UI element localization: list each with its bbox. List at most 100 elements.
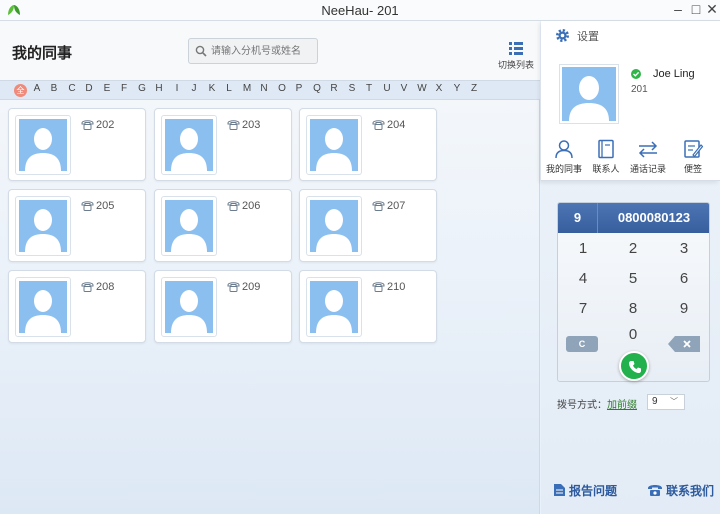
filter-letter-i[interactable]: I (171, 83, 183, 94)
filter-letter-j[interactable]: J (188, 83, 200, 94)
extension-label: 203 (227, 119, 260, 131)
phone-icon (372, 201, 385, 211)
filter-letter-k[interactable]: K (206, 83, 218, 94)
filter-letter-z[interactable]: Z (468, 83, 480, 94)
filter-letter-e[interactable]: E (101, 83, 113, 94)
backspace-button[interactable] (668, 336, 700, 352)
extension-label: 204 (372, 119, 405, 131)
extension-label: 205 (81, 200, 114, 212)
switch-view-button[interactable]: 切换列表 (496, 41, 536, 71)
minimize-button[interactable]: – (668, 0, 688, 20)
filter-letter-a[interactable]: A (31, 83, 43, 94)
user-avatar[interactable] (559, 64, 619, 124)
prefix-select[interactable]: 9 ﹀ (647, 394, 685, 410)
filter-letter-f[interactable]: F (118, 83, 130, 94)
filter-letter-u[interactable]: U (381, 83, 393, 94)
nav-my-colleagues[interactable]: 我的同事 (543, 139, 585, 175)
filter-letter-x[interactable]: X (433, 83, 445, 94)
extension-number: 202 (96, 119, 115, 131)
dial-key-9[interactable]: 9 (659, 295, 709, 323)
extension-label: 206 (227, 200, 260, 212)
nav-label: 我的同事 (545, 165, 582, 175)
nav-notes[interactable]: 便签 (672, 139, 714, 175)
prefix-select-value: 9 (652, 396, 658, 407)
list-view-icon (509, 42, 523, 55)
avatar (306, 277, 362, 337)
filter-letter-s[interactable]: S (346, 83, 358, 94)
dial-key-8[interactable]: 8 (608, 295, 658, 323)
chevron-down-icon: ﹀ (670, 397, 678, 406)
colleague-card[interactable]: 206 (154, 189, 292, 262)
settings-button[interactable]: 设置 (554, 27, 599, 44)
filter-letter-m[interactable]: M (241, 83, 253, 94)
phone-icon (227, 120, 240, 130)
colleague-card[interactable]: 204 (299, 108, 437, 181)
colleague-card[interactable]: 208 (8, 270, 146, 343)
colleague-card[interactable]: 207 (299, 189, 437, 262)
online-status-icon (631, 69, 641, 79)
filter-letter-d[interactable]: D (83, 83, 95, 94)
dial-key-6[interactable]: 6 (659, 265, 709, 293)
settings-label: 设置 (577, 31, 599, 43)
dial-key-5[interactable]: 5 (608, 265, 658, 293)
colleague-card[interactable]: 205 (8, 189, 146, 262)
report-issue-link[interactable]: 报告问题 (553, 482, 617, 499)
add-prefix-link[interactable]: 加前缀 (607, 400, 637, 411)
clear-button[interactable]: C (566, 336, 598, 352)
filter-letter-o[interactable]: O (276, 83, 288, 94)
dial-key-0[interactable]: 0 (608, 325, 658, 345)
colleague-card[interactable]: 209 (154, 270, 292, 343)
nav-label: 联系人 (592, 165, 620, 175)
colleague-card[interactable]: 202 (8, 108, 146, 181)
extension-label: 202 (81, 119, 114, 131)
phone-icon (227, 201, 240, 211)
user-extension: 201 (631, 84, 648, 95)
person-icon (171, 290, 207, 333)
dial-mode-label: 拨号方式： (557, 400, 607, 411)
dial-key-4[interactable]: 4 (558, 265, 608, 293)
person-outline-icon (555, 140, 573, 159)
avatar (161, 115, 217, 175)
close-button[interactable]: ✕ (702, 0, 720, 20)
extension-number: 210 (387, 281, 406, 293)
filter-letter-p[interactable]: P (293, 83, 305, 94)
filter-all-button[interactable]: 全 (14, 84, 27, 97)
dial-number-input[interactable]: 0800080123 (599, 203, 709, 233)
person-icon (25, 290, 61, 333)
filter-letter-g[interactable]: G (136, 83, 148, 94)
filter-letter-q[interactable]: Q (311, 83, 323, 94)
dial-key-1[interactable]: 1 (558, 235, 608, 263)
extension-label: 208 (81, 281, 114, 293)
nav-call-log[interactable]: 通话记录 (627, 139, 669, 175)
dial-key-2[interactable]: 2 (608, 235, 658, 263)
nav-contacts[interactable]: 联系人 (585, 139, 627, 175)
search-input[interactable] (211, 43, 315, 60)
dial-key-7[interactable]: 7 (558, 295, 608, 323)
phone-icon (81, 201, 94, 211)
search-box[interactable] (188, 38, 318, 64)
person-icon (171, 128, 207, 171)
filter-letter-n[interactable]: N (258, 83, 270, 94)
filter-letter-w[interactable]: W (416, 83, 428, 94)
dial-key-3[interactable]: 3 (659, 235, 709, 263)
dial-display: 9 0800080123 (558, 203, 709, 233)
filter-letter-h[interactable]: H (153, 83, 165, 94)
person-icon (316, 128, 352, 171)
filter-letter-r[interactable]: R (328, 83, 340, 94)
filter-letter-v[interactable]: V (398, 83, 410, 94)
filter-letter-b[interactable]: B (48, 83, 60, 94)
gear-icon (556, 29, 569, 42)
filter-letter-c[interactable]: C (66, 83, 78, 94)
colleague-card[interactable]: 210 (299, 270, 437, 343)
call-button[interactable] (619, 351, 649, 381)
filter-letter-t[interactable]: T (363, 83, 375, 94)
main-panel: 我的同事 切换列表 全 A B C D E F G H I J K L (0, 21, 540, 514)
extension-number: 206 (242, 200, 261, 212)
nav-label: 通话记录 (629, 165, 666, 175)
filter-letter-l[interactable]: L (223, 83, 235, 94)
person-icon (25, 209, 61, 252)
filter-letter-y[interactable]: Y (451, 83, 463, 94)
colleague-card[interactable]: 203 (154, 108, 292, 181)
contact-us-link[interactable]: 联系我们 (647, 482, 714, 499)
phone-icon (227, 282, 240, 292)
